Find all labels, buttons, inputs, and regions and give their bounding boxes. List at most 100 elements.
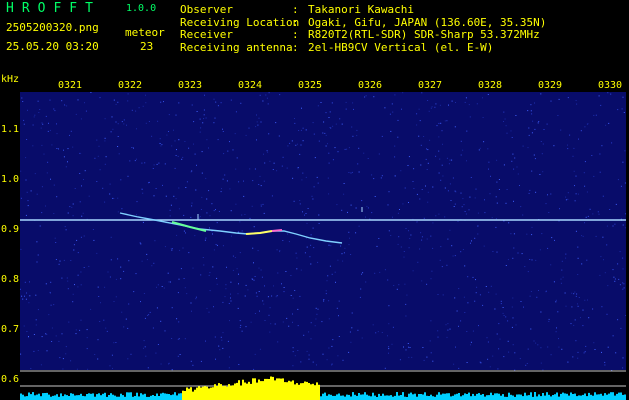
noise-speck bbox=[257, 250, 259, 252]
noise-speck bbox=[88, 265, 90, 267]
noise-speck bbox=[458, 288, 460, 290]
noise-speck bbox=[322, 353, 324, 355]
noise-speck bbox=[205, 117, 207, 119]
noise-speck bbox=[613, 276, 615, 278]
level-bar bbox=[542, 393, 544, 400]
noise-speck bbox=[179, 249, 181, 251]
noise-speck bbox=[571, 306, 573, 308]
level-bar bbox=[484, 396, 486, 400]
noise-speck bbox=[213, 249, 215, 251]
noise-speck bbox=[75, 329, 77, 331]
noise-speck bbox=[527, 110, 529, 112]
x-tick-label: 0329 bbox=[538, 80, 563, 91]
noise-speck bbox=[86, 329, 88, 331]
noise-speck bbox=[437, 330, 439, 332]
noise-speck bbox=[206, 307, 208, 309]
noise-speck bbox=[575, 295, 577, 297]
noise-speck bbox=[391, 343, 393, 345]
noise-speck bbox=[224, 174, 226, 176]
noise-speck bbox=[488, 291, 490, 293]
noise-speck bbox=[256, 295, 258, 297]
noise-speck bbox=[499, 338, 501, 340]
noise-speck bbox=[214, 117, 216, 119]
level-bar bbox=[394, 395, 396, 400]
level-bar bbox=[418, 394, 420, 400]
noise-speck bbox=[87, 368, 89, 370]
noise-speck bbox=[614, 223, 616, 225]
noise-speck bbox=[177, 155, 179, 157]
noise-speck bbox=[467, 302, 469, 304]
noise-speck bbox=[404, 283, 406, 285]
noise-speck bbox=[263, 303, 265, 305]
noise-speck bbox=[149, 311, 151, 313]
noise-speck bbox=[393, 285, 395, 286]
noise-speck bbox=[588, 317, 590, 319]
level-bar bbox=[364, 392, 366, 400]
noise-speck bbox=[602, 236, 604, 238]
noise-speck bbox=[297, 350, 299, 351]
noise-speck bbox=[560, 282, 562, 284]
noise-speck bbox=[334, 147, 336, 149]
noise-speck bbox=[314, 325, 316, 327]
noise-speck bbox=[213, 122, 215, 124]
level-bar bbox=[32, 392, 34, 400]
noise-speck bbox=[104, 286, 106, 288]
level-bar bbox=[596, 394, 598, 400]
noise-speck bbox=[447, 329, 449, 331]
noise-speck bbox=[330, 245, 332, 247]
level-bar bbox=[244, 382, 246, 400]
noise-speck bbox=[392, 216, 393, 218]
noise-speck bbox=[622, 96, 624, 98]
noise-speck bbox=[25, 179, 27, 181]
noise-speck bbox=[409, 238, 411, 239]
noise-speck bbox=[267, 296, 269, 298]
noise-speck bbox=[513, 247, 515, 249]
noise-speck bbox=[230, 235, 232, 237]
noise-speck bbox=[384, 107, 386, 109]
noise-speck bbox=[470, 177, 472, 178]
noise-speck bbox=[350, 254, 352, 255]
noise-speck bbox=[269, 307, 271, 309]
noise-speck bbox=[300, 144, 302, 146]
noise-speck bbox=[337, 355, 339, 357]
level-bar bbox=[430, 394, 432, 400]
noise-speck bbox=[400, 246, 402, 248]
level-bar bbox=[74, 395, 76, 400]
noise-speck bbox=[573, 293, 575, 295]
noise-speck bbox=[46, 172, 48, 174]
noise-speck bbox=[171, 145, 173, 147]
level-bar bbox=[546, 392, 548, 400]
noise-speck bbox=[510, 233, 512, 235]
y-axis-unit: kHz bbox=[1, 74, 20, 85]
level-bar bbox=[210, 387, 212, 400]
noise-speck bbox=[115, 278, 117, 280]
level-bar bbox=[252, 378, 254, 400]
noise-speck bbox=[184, 141, 186, 142]
level-bar bbox=[478, 393, 480, 400]
noise-speck bbox=[310, 263, 312, 265]
level-bar bbox=[272, 376, 274, 400]
noise-speck bbox=[292, 351, 294, 353]
noise-speck bbox=[347, 211, 348, 213]
noise-speck bbox=[523, 306, 524, 308]
noise-speck bbox=[253, 226, 255, 228]
noise-speck bbox=[397, 212, 399, 214]
noise-speck bbox=[548, 320, 550, 322]
noise-speck bbox=[177, 292, 179, 294]
noise-speck bbox=[482, 97, 483, 99]
noise-speck bbox=[302, 127, 304, 129]
noise-speck bbox=[79, 329, 81, 331]
noise-speck bbox=[508, 222, 510, 224]
noise-speck bbox=[117, 146, 119, 147]
noise-speck bbox=[622, 257, 624, 259]
noise-speck bbox=[343, 183, 345, 184]
level-bar bbox=[56, 394, 58, 400]
level-bar bbox=[398, 395, 400, 400]
level-bar bbox=[92, 393, 94, 400]
level-bar bbox=[100, 395, 102, 400]
noise-speck bbox=[216, 283, 218, 285]
noise-speck bbox=[26, 139, 28, 140]
noise-speck bbox=[505, 202, 507, 204]
noise-speck bbox=[460, 140, 462, 142]
noise-speck bbox=[449, 229, 451, 231]
